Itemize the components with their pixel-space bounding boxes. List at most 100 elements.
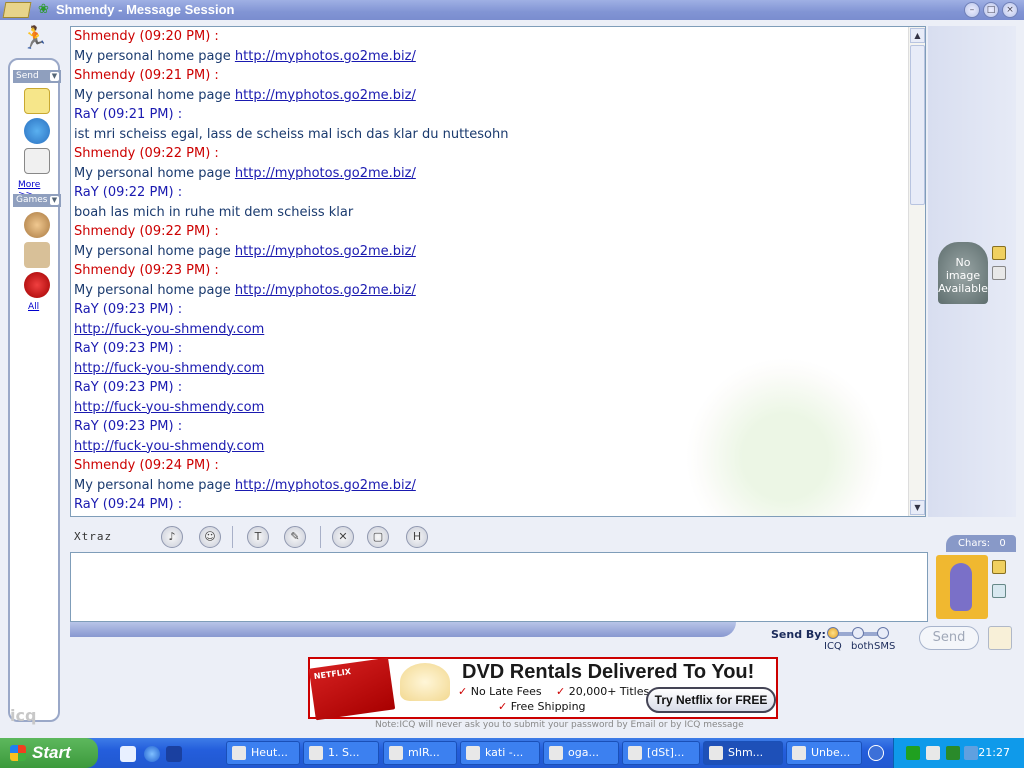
games-dropdown[interactable]: Games ▼	[13, 194, 61, 207]
app-icon	[2, 2, 32, 18]
message-link[interactable]: http://myphotos.go2me.biz/	[235, 244, 416, 259]
tray-icon[interactable]	[964, 746, 978, 760]
chevron-left-icon[interactable]	[868, 745, 884, 761]
task-app-icon	[466, 746, 480, 760]
note-icon[interactable]	[24, 88, 50, 114]
message-body: http://fuck-you-shmendy.com	[74, 320, 904, 340]
message-sender: RaY (09:23 PM) :	[74, 380, 183, 395]
taskbar-task[interactable]: oga...	[543, 741, 619, 765]
system-tray: 21:27	[893, 738, 1024, 768]
task-label: Shm...	[728, 746, 764, 759]
history-icon[interactable]: H	[406, 526, 428, 548]
message-link[interactable]: http://fuck-you-shmendy.com	[74, 361, 264, 376]
send-dropdown-label: Send	[16, 71, 39, 81]
title-bar[interactable]: ❀ Shmendy - Message Session – □ ×	[0, 0, 1024, 20]
own-avatar	[936, 555, 988, 619]
globe-icon[interactable]	[24, 118, 50, 144]
window-title: Shmendy - Message Session	[56, 2, 235, 17]
info-icon[interactable]	[992, 246, 1006, 260]
scroll-up-button[interactable]: ▲	[910, 28, 925, 43]
ie-icon[interactable]	[144, 746, 160, 762]
send-button[interactable]: Send	[919, 626, 979, 650]
message-input[interactable]	[70, 552, 928, 622]
message-body: http://fuck-you-shmendy.com	[74, 398, 904, 418]
send-dropdown[interactable]: Send ▼	[13, 70, 61, 83]
x-icon[interactable]	[166, 746, 182, 762]
message-link[interactable]: http://myphotos.go2me.biz/	[235, 283, 416, 298]
task-label: Heut...	[251, 746, 288, 759]
taskbar-task[interactable]: Shm...	[703, 741, 783, 765]
taskbar-task[interactable]: kati -...	[460, 741, 540, 765]
toolbar-separator	[232, 526, 233, 548]
tray-icon[interactable]	[946, 746, 960, 760]
task-label: oga...	[568, 746, 599, 759]
message-link[interactable]: http://myphotos.go2me.biz/	[235, 166, 416, 181]
ad-feature: ✓ 20,000+ Titles	[556, 685, 650, 698]
chevron-down-icon: ▼	[50, 72, 59, 81]
ad-cta-button[interactable]: Try Netflix for FREE	[646, 687, 776, 713]
chess-game-icon[interactable]	[24, 242, 50, 268]
chat-scrollbar[interactable]: ▲ ▼	[908, 27, 925, 516]
scroll-down-button[interactable]: ▼	[910, 500, 925, 515]
tray-icon[interactable]	[926, 746, 940, 760]
message-link[interactable]: http://myphotos.go2me.biz/	[235, 88, 416, 103]
text-format-icon[interactable]: T	[247, 526, 269, 548]
message-link[interactable]: http://myphotos.go2me.biz/	[235, 49, 416, 64]
message-text: ist mri scheiss egal, lass de scheiss ma…	[74, 126, 509, 142]
face-icon[interactable]	[988, 626, 1012, 650]
toolbar-separator	[320, 526, 321, 548]
own-info-icon[interactable]	[992, 560, 1006, 574]
message-text: My personal home page	[74, 165, 235, 181]
send-by-both-option[interactable]	[852, 627, 864, 639]
message-body: My personal home page http://myphotos.go…	[74, 86, 904, 106]
clear-icon[interactable]: ✕	[332, 526, 354, 548]
contact-avatar-panel: No image Available	[928, 26, 1016, 517]
windows-flag-icon	[10, 745, 26, 761]
message-icon[interactable]	[24, 148, 50, 174]
start-button[interactable]: Start	[0, 738, 98, 768]
quicklaunch-icon[interactable]	[120, 746, 136, 762]
taskbar-task[interactable]: [dSt]...	[622, 741, 700, 765]
maximize-button[interactable]: □	[983, 2, 999, 18]
minimize-button[interactable]: –	[964, 2, 980, 18]
scroll-thumb[interactable]	[910, 45, 925, 205]
send-by-sms-option[interactable]	[877, 627, 889, 639]
taskbar-task[interactable]: Heut...	[226, 741, 300, 765]
chat-log[interactable]: Shmendy (09:20 PM) : My personal home pag…	[70, 26, 926, 517]
taskbar-task[interactable]: mIR...	[383, 741, 457, 765]
message-link[interactable]: http://fuck-you-shmendy.com	[74, 400, 264, 415]
camera-icon[interactable]	[992, 584, 1006, 598]
send-by-icq-option[interactable]	[827, 627, 839, 639]
red-button-game-icon[interactable]	[24, 272, 50, 298]
task-app-icon	[309, 746, 323, 760]
ad-banner[interactable]: NETFLIX DVD Rentals Delivered To You! ✓ …	[308, 657, 778, 721]
message-link[interactable]: http://fuck-you-shmendy.com	[74, 439, 264, 454]
send-by-both-label: both	[851, 641, 874, 652]
file-icon[interactable]: ▢	[367, 526, 389, 548]
ad-headline: DVD Rentals Delivered To You!	[462, 661, 755, 683]
message-sender: Shmendy (09:22 PM) :	[74, 224, 219, 239]
left-panel: Send ▼ More >> Games ▼ All	[8, 58, 61, 722]
tray-icon[interactable]	[906, 746, 920, 760]
message-link[interactable]: http://fuck-you-shmendy.com	[74, 322, 264, 337]
message-body: My personal home page http://myphotos.go…	[74, 47, 904, 67]
message-link[interactable]: http://myphotos.go2me.biz/	[235, 478, 416, 493]
xtraz-label[interactable]: Xtraz	[74, 530, 112, 543]
all-games-link[interactable]: All	[28, 302, 39, 312]
color-icon[interactable]: ✎	[284, 526, 306, 548]
ad-feature: ✓ No Late Fees	[458, 685, 542, 698]
sound-icon[interactable]: ♪	[161, 526, 183, 548]
task-label: 1. S...	[328, 746, 360, 759]
task-app-icon	[709, 746, 723, 760]
task-label: [dSt]...	[647, 746, 685, 759]
user-add-icon[interactable]	[992, 266, 1006, 280]
close-button[interactable]: ×	[1002, 2, 1018, 18]
smiley-icon[interactable]: ☺	[199, 526, 221, 548]
taskbar-task[interactable]: Unbe...	[786, 741, 862, 765]
taskbar-task[interactable]: 1. S...	[303, 741, 379, 765]
task-app-icon	[232, 746, 246, 760]
sumo-game-icon[interactable]	[24, 212, 50, 238]
runner-icon[interactable]: 🏃	[21, 26, 48, 52]
games-dropdown-label: Games	[16, 195, 48, 205]
chars-counter: Chars: 0	[946, 535, 1016, 552]
